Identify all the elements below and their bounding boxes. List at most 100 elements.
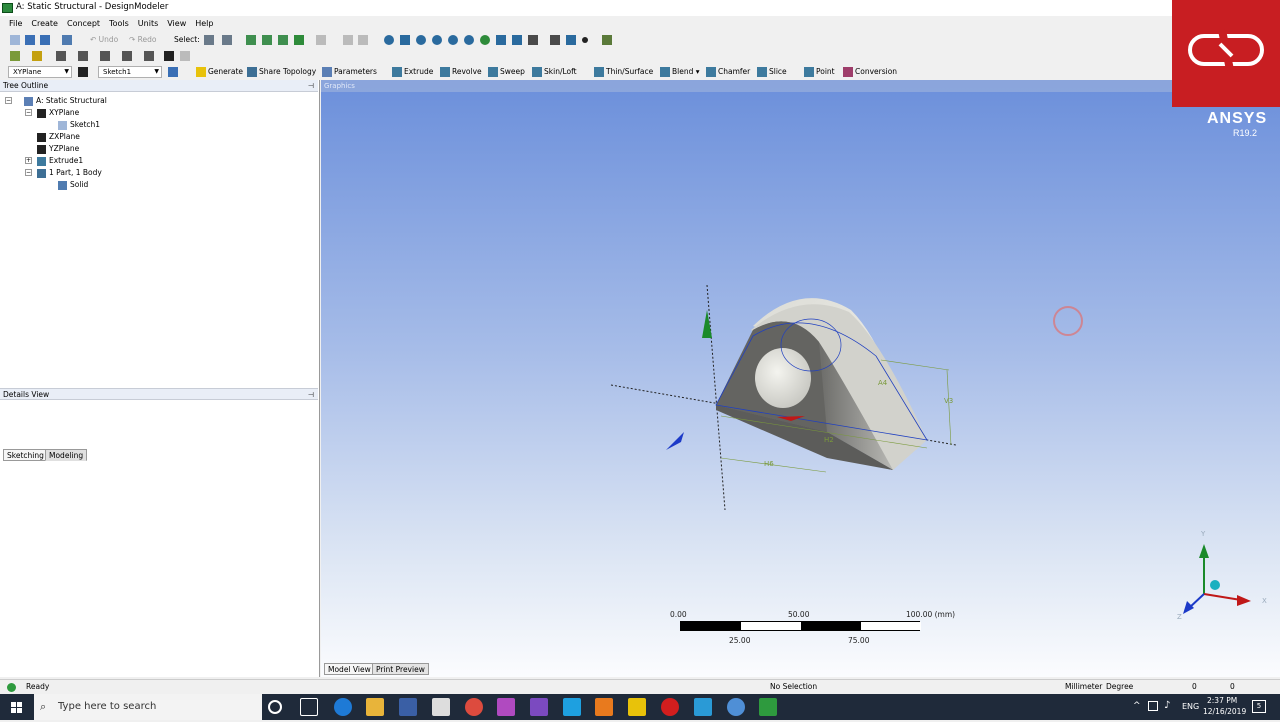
menu-file[interactable]: File xyxy=(9,16,22,31)
select-mode-icon[interactable] xyxy=(204,35,214,45)
redo-button[interactable]: ↷ Redo xyxy=(129,34,157,46)
point-button[interactable]: Point xyxy=(804,66,835,78)
named-selection-icon[interactable] xyxy=(602,35,612,45)
menu-create[interactable]: Create xyxy=(31,16,58,31)
app-icon-orange[interactable] xyxy=(595,698,613,716)
polyline-tool-icon[interactable] xyxy=(78,51,88,61)
display-model-icon[interactable] xyxy=(566,35,576,45)
display-point-icon[interactable] xyxy=(582,37,588,43)
trim-tool-icon[interactable] xyxy=(144,51,154,61)
box-select-icon[interactable] xyxy=(343,35,353,45)
blend-button[interactable]: Blend ▾ xyxy=(660,66,700,78)
tree-item-xyplane[interactable]: XYPlane xyxy=(37,107,79,118)
expand-icon[interactable]: + xyxy=(25,157,32,164)
undo-button[interactable]: ↶ Undo xyxy=(90,34,118,46)
next-view-icon[interactable] xyxy=(496,35,506,45)
zoom-to-fit-icon[interactable] xyxy=(448,35,458,45)
sweep-button[interactable]: Sweep xyxy=(488,66,525,78)
conversion-button[interactable]: Conversion xyxy=(843,66,897,78)
pin-icon[interactable]: ⊣ xyxy=(308,80,314,92)
magnifier-icon[interactable] xyxy=(464,35,474,45)
new-sketch-icon[interactable] xyxy=(168,67,178,77)
collapse-icon[interactable]: − xyxy=(5,97,12,104)
collapse-icon[interactable]: − xyxy=(25,169,32,176)
edge-browser-icon[interactable] xyxy=(334,698,352,716)
extend-icon[interactable] xyxy=(316,35,326,45)
tab-sketching[interactable]: Sketching xyxy=(3,449,48,461)
save-as-icon[interactable] xyxy=(40,35,50,45)
file-explorer-icon[interactable] xyxy=(366,698,384,716)
skin-loft-button[interactable]: Skin/Loft xyxy=(532,66,577,78)
cortana-icon[interactable] xyxy=(268,700,282,714)
tree-item-zxplane[interactable]: ZXPlane xyxy=(37,131,80,142)
mail-icon[interactable] xyxy=(432,698,450,716)
task-view-icon[interactable] xyxy=(300,698,318,716)
paint-select-icon[interactable] xyxy=(358,35,368,45)
tree-item-solid[interactable]: Solid xyxy=(58,179,88,190)
volume-icon[interactable]: ♪ xyxy=(1164,700,1170,711)
spline-tool-icon[interactable] xyxy=(122,51,132,61)
display-plane-icon[interactable] xyxy=(528,35,538,45)
network-icon[interactable] xyxy=(1148,701,1158,711)
tree-item-static-structural[interactable]: A: Static Structural xyxy=(24,95,107,106)
box-zoom-icon[interactable] xyxy=(432,35,442,45)
slice-button[interactable]: Slice xyxy=(757,66,787,78)
isometric-icon[interactable] xyxy=(512,35,522,45)
extend-tool-icon[interactable] xyxy=(180,51,190,61)
tab-modeling[interactable]: Modeling xyxy=(45,449,88,461)
zoom-icon[interactable] xyxy=(416,35,426,45)
select-faces-icon[interactable] xyxy=(278,35,288,45)
plane-dropdown[interactable]: XYPlane ▼ xyxy=(8,66,72,78)
language-indicator[interactable]: ENG xyxy=(1182,702,1199,711)
tree-item-yzplane[interactable]: YZPlane xyxy=(37,143,79,154)
chevron-up-icon[interactable]: ^ xyxy=(1133,701,1141,711)
generate-button[interactable]: Generate xyxy=(196,66,243,78)
recorder-icon[interactable] xyxy=(661,698,679,716)
chamfer-button[interactable]: Chamfer xyxy=(706,66,750,78)
store-icon[interactable] xyxy=(399,698,417,716)
slack-icon[interactable] xyxy=(497,698,515,716)
clock-date[interactable]: 12/16/2019 xyxy=(1203,707,1246,716)
tab-print-preview[interactable]: Print Preview xyxy=(372,663,429,675)
select-filter-icon[interactable] xyxy=(222,35,232,45)
select-edges-icon[interactable] xyxy=(262,35,272,45)
extrude-button[interactable]: Extrude xyxy=(392,66,433,78)
windows-start-icon[interactable] xyxy=(0,694,34,720)
menu-units[interactable]: Units xyxy=(138,16,158,31)
taskbar-search-box[interactable]: ⌕ Type here to search xyxy=(34,694,262,720)
parameters-button[interactable]: Parameters xyxy=(322,66,377,78)
tree-item-extrude1[interactable]: Extrude1 xyxy=(37,155,83,166)
edit-tool-icon[interactable] xyxy=(164,51,174,61)
axis-icon[interactable] xyxy=(550,35,560,45)
select-points-icon[interactable] xyxy=(246,35,256,45)
clock-time[interactable]: 2:37 PM xyxy=(1207,696,1237,705)
menu-tools[interactable]: Tools xyxy=(109,16,129,31)
select-bodies-icon[interactable] xyxy=(294,35,304,45)
notifications-badge[interactable]: 5 xyxy=(1252,700,1266,713)
export-icon[interactable] xyxy=(62,35,72,45)
surface-icon[interactable] xyxy=(32,51,42,61)
menu-view[interactable]: View xyxy=(167,16,186,31)
thin-surface-button[interactable]: Thin/Surface xyxy=(594,66,653,78)
network-app-icon[interactable] xyxy=(727,698,745,716)
pin-icon[interactable]: ⊣ xyxy=(308,389,314,401)
arc-tool-icon[interactable] xyxy=(100,51,110,61)
previous-view-icon[interactable] xyxy=(480,35,490,45)
save-icon[interactable] xyxy=(25,35,35,45)
chrome-icon[interactable] xyxy=(465,698,483,716)
tab-model-view[interactable]: Model View xyxy=(324,663,375,675)
revolve-button[interactable]: Revolve xyxy=(440,66,482,78)
visual-studio-icon[interactable] xyxy=(530,698,548,716)
paint-icon[interactable] xyxy=(694,698,712,716)
new-icon[interactable] xyxy=(10,35,20,45)
designmodeler-taskbar-icon[interactable] xyxy=(759,698,777,716)
line-tool-icon[interactable] xyxy=(56,51,66,61)
rotate-icon[interactable] xyxy=(384,35,394,45)
menu-concept[interactable]: Concept xyxy=(67,16,100,31)
tree-item-sketch1[interactable]: Sketch1 xyxy=(58,119,100,130)
ansys-workbench-icon[interactable] xyxy=(628,698,646,716)
collapse-icon[interactable]: − xyxy=(25,109,32,116)
menu-help[interactable]: Help xyxy=(195,16,213,31)
sketch-dropdown[interactable]: Sketch1 ▼ xyxy=(98,66,162,78)
new-plane-icon[interactable] xyxy=(78,67,88,77)
